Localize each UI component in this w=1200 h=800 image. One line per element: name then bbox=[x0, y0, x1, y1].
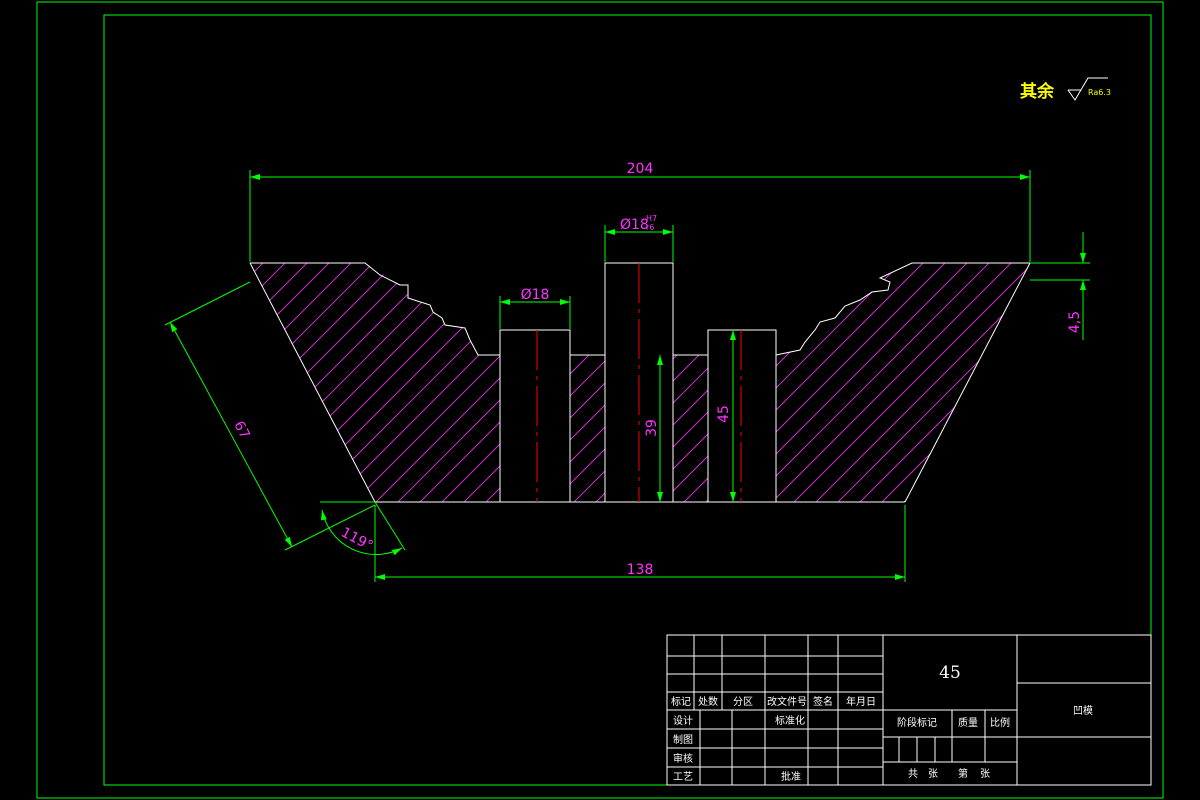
hatch-line bbox=[250, 263, 443, 502]
dim-center-bore-tol-upper: H7 bbox=[646, 214, 657, 223]
tb-header-mark: 标记 bbox=[671, 696, 691, 708]
hatch-line bbox=[317, 263, 619, 502]
tb-header-date: 年月日 bbox=[846, 695, 876, 708]
hatch-line bbox=[999, 263, 1030, 502]
tb-label-design: 设计 bbox=[673, 714, 693, 727]
hatch-line bbox=[250, 263, 267, 502]
tb-header-sign: 签名 bbox=[813, 695, 833, 708]
hatch-line bbox=[669, 263, 971, 502]
hatch-line bbox=[250, 263, 487, 502]
hatch-line bbox=[449, 263, 751, 502]
dim-top-width: 204 bbox=[627, 161, 654, 177]
tb-label-page: 第 bbox=[958, 767, 968, 780]
hatch-line bbox=[867, 263, 1030, 502]
hatch-line bbox=[1021, 263, 1030, 502]
drawing-canvas: 其余 Ra6.3 204 Ø18 H7 r6 Ø18 4,5 67 119° 1… bbox=[0, 1, 1200, 799]
tb-label-process: 工艺 bbox=[673, 771, 693, 783]
dim-center-bore-tol-lower: r6 bbox=[646, 223, 654, 232]
tb-part-name: 凹模 bbox=[1073, 705, 1093, 717]
hatch-line bbox=[0, 260, 200, 560]
hatch-line bbox=[250, 263, 311, 502]
dim-pin-height-right: 45 bbox=[716, 405, 732, 423]
hatch-line bbox=[713, 263, 1015, 502]
hatch-line bbox=[845, 263, 1030, 502]
section-hatching bbox=[0, 260, 1200, 560]
tb-header-count: 处数 bbox=[698, 695, 718, 708]
tb-label-review: 审核 bbox=[673, 752, 693, 765]
dim-angle: 119° bbox=[338, 524, 375, 554]
dim-center-bore: Ø18 bbox=[620, 217, 649, 233]
hatch-line bbox=[250, 263, 465, 502]
hatch-line bbox=[1088, 260, 1200, 560]
hatch-line bbox=[361, 263, 663, 502]
roughness-symbol-value: Ra6.3 bbox=[1088, 88, 1111, 97]
hatch-line bbox=[250, 263, 377, 502]
hatch-line bbox=[735, 263, 1030, 502]
hatch-line bbox=[515, 263, 817, 502]
hatch-line bbox=[273, 263, 575, 502]
tb-label-total: 共 bbox=[908, 768, 918, 780]
tb-label-stage-mark: 阶段标记 bbox=[897, 716, 937, 729]
tb-label-mass: 质量 bbox=[958, 717, 978, 729]
hatch-line bbox=[537, 263, 839, 502]
hatch-line bbox=[889, 263, 1030, 502]
hatch-line bbox=[581, 263, 883, 502]
hatch-line bbox=[250, 263, 289, 502]
tb-header-zone: 分区 bbox=[733, 696, 753, 708]
tb-label-sheet2: 张 bbox=[980, 768, 990, 780]
dim-bottom-width: 138 bbox=[627, 562, 654, 578]
outer-border bbox=[36, 1, 1164, 799]
hatch-line bbox=[339, 263, 641, 502]
hatch-line bbox=[1066, 260, 1200, 560]
hatch-line bbox=[493, 263, 795, 502]
inner-border bbox=[103, 14, 1152, 786]
hatch-line bbox=[250, 263, 333, 502]
tb-material: 45 bbox=[939, 663, 961, 683]
tb-label-scale: 比例 bbox=[990, 716, 1010, 729]
hatch-line bbox=[779, 263, 1030, 502]
hatch-line bbox=[647, 263, 949, 502]
hatch-line bbox=[250, 263, 399, 502]
dim-pin-height-left: 39 bbox=[644, 419, 660, 437]
hatch-line bbox=[603, 263, 905, 502]
hatch-line bbox=[757, 263, 1030, 502]
tb-header-doc: 改文件号 bbox=[767, 695, 807, 708]
hatch-line bbox=[933, 263, 1030, 502]
dim-side-length: 67 bbox=[230, 418, 252, 441]
hatch-line bbox=[0, 260, 222, 560]
hatch-line bbox=[251, 263, 553, 502]
tb-label-approve: 批准 bbox=[781, 770, 801, 783]
tb-label-standardize: 标准化 bbox=[775, 714, 805, 727]
hatch-line bbox=[1044, 260, 1200, 560]
hatch-line bbox=[405, 263, 707, 502]
hatch-line bbox=[427, 263, 729, 502]
hatch-line bbox=[977, 263, 1030, 502]
roughness-note-text: 其余 bbox=[1020, 81, 1055, 102]
tb-label-sheet: 张 bbox=[928, 768, 938, 780]
hatch-line bbox=[691, 263, 993, 502]
hatch-line bbox=[911, 263, 1030, 502]
hatch-line bbox=[250, 263, 509, 502]
center-lines bbox=[536, 263, 742, 502]
hatch-line bbox=[823, 263, 1030, 502]
dim-top-step: 4,5 bbox=[1067, 311, 1083, 333]
tb-label-draw: 制图 bbox=[673, 733, 693, 746]
dim-side-bore: Ø18 bbox=[521, 287, 550, 303]
hatch-line bbox=[295, 263, 597, 502]
